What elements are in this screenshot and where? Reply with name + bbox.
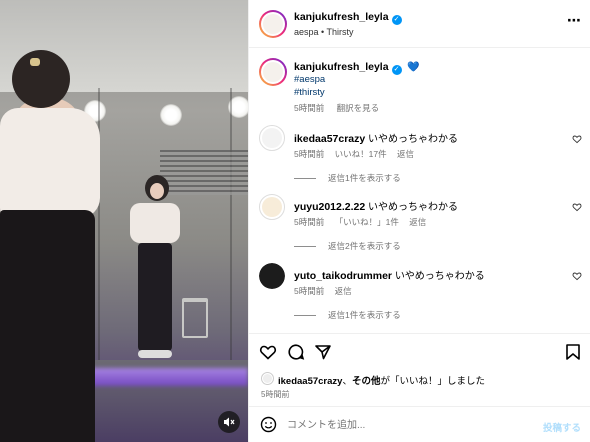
caption-avatar[interactable] — [259, 58, 287, 86]
commenter-avatar[interactable] — [259, 125, 285, 151]
post-media[interactable] — [0, 0, 248, 442]
post-comment-button[interactable]: 投稿する — [543, 420, 581, 434]
likes-others-link[interactable]: その他 — [352, 376, 381, 387]
audio-subtitle[interactable]: aespa • Thirsty — [294, 27, 354, 37]
comment-bubble-icon[interactable] — [287, 343, 305, 361]
mirror-edge — [230, 88, 232, 382]
liker-username[interactable]: ikedaa57crazy — [278, 376, 342, 387]
emoji-smile-icon[interactable] — [260, 416, 277, 433]
more-options-icon[interactable]: ⋯ — [567, 12, 581, 29]
reply-button[interactable]: 返信 — [397, 149, 414, 159]
verified-badge-icon: ✓ — [391, 65, 402, 75]
dancer-pants — [0, 210, 95, 442]
ceiling-lamp — [160, 104, 182, 126]
liker-avatar[interactable] — [261, 372, 274, 385]
caption-username[interactable]: kanjukufresh_leyla — [294, 61, 389, 73]
comment-time: 5時間前 — [294, 149, 325, 159]
mirror-person-face — [150, 183, 164, 199]
comment-input-bar: 投稿する — [249, 406, 590, 442]
save-bookmark-icon[interactable] — [565, 343, 581, 361]
share-send-icon[interactable] — [314, 343, 332, 361]
mute-button[interactable] — [218, 411, 240, 433]
author-avatar[interactable] — [259, 10, 287, 38]
author-username[interactable]: kanjukufresh_leyla — [294, 11, 389, 23]
hashtag-link[interactable]: #thirsty — [294, 87, 325, 98]
mirror-person-shoes — [138, 350, 172, 358]
hair-clip — [30, 58, 40, 66]
comment-time: 5時間前 — [294, 217, 325, 227]
hashtag-link[interactable]: #aespa — [294, 74, 325, 85]
mirror-person-top — [130, 203, 180, 243]
commenter-username[interactable]: yuto_taikodrummer — [294, 270, 392, 282]
mirror-person-pants — [138, 243, 172, 351]
view-replies-link[interactable]: 返信1件を表示する — [294, 309, 401, 321]
commenter-avatar[interactable] — [259, 263, 285, 289]
reply-button[interactable]: 返信 — [409, 217, 426, 227]
muted-speaker-icon — [224, 417, 235, 427]
comment-likes[interactable]: いいね！17件 — [335, 149, 387, 159]
post-side-panel: kanjukufresh_leyla ✓ aespa • Thirsty ⋯ ka… — [248, 0, 590, 442]
comment-time: 5時間前 — [294, 286, 325, 296]
comment-input[interactable] — [287, 416, 527, 434]
comment-text: いやめっちゃわかる — [368, 202, 458, 213]
blue-heart-emoji: 💙 — [407, 62, 420, 73]
like-heart-icon[interactable] — [259, 343, 277, 361]
commenter-avatar[interactable] — [259, 194, 285, 220]
post-time[interactable]: 5時間前 — [261, 389, 289, 400]
likes-summary: ikedaa57crazy、その他が「いいね！」しました — [278, 376, 485, 387]
stool — [182, 298, 208, 338]
comment-likes[interactable]: 「いいね！」1件 — [335, 217, 399, 227]
translate-link[interactable]: 翻訳を見る — [337, 103, 380, 113]
comment-text: いやめっちゃわかる — [368, 134, 459, 145]
caption-time: 5時間前 — [294, 103, 325, 113]
view-replies-link[interactable]: 返信1件を表示する — [294, 172, 401, 184]
commenter-username[interactable]: yuyu2012.2.22 — [294, 201, 365, 213]
verified-badge-icon: ✓ — [391, 15, 402, 25]
commenter-username[interactable]: ikedaa57crazy — [294, 133, 365, 145]
window-blinds — [160, 150, 248, 195]
comment-like-heart-icon[interactable] — [572, 134, 582, 144]
comment-text: いやめっちゃわかる — [394, 271, 485, 282]
comment-like-heart-icon[interactable] — [572, 271, 582, 281]
post-header: kanjukufresh_leyla ✓ aespa • Thirsty ⋯ — [249, 0, 590, 48]
dancer-back — [0, 20, 110, 442]
view-replies-link[interactable]: 返信2件を表示する — [294, 240, 401, 252]
comment-like-heart-icon[interactable] — [572, 202, 582, 212]
dancer-hair — [12, 50, 70, 108]
reply-button[interactable]: 返信 — [335, 286, 352, 296]
dancer-top — [0, 108, 100, 218]
